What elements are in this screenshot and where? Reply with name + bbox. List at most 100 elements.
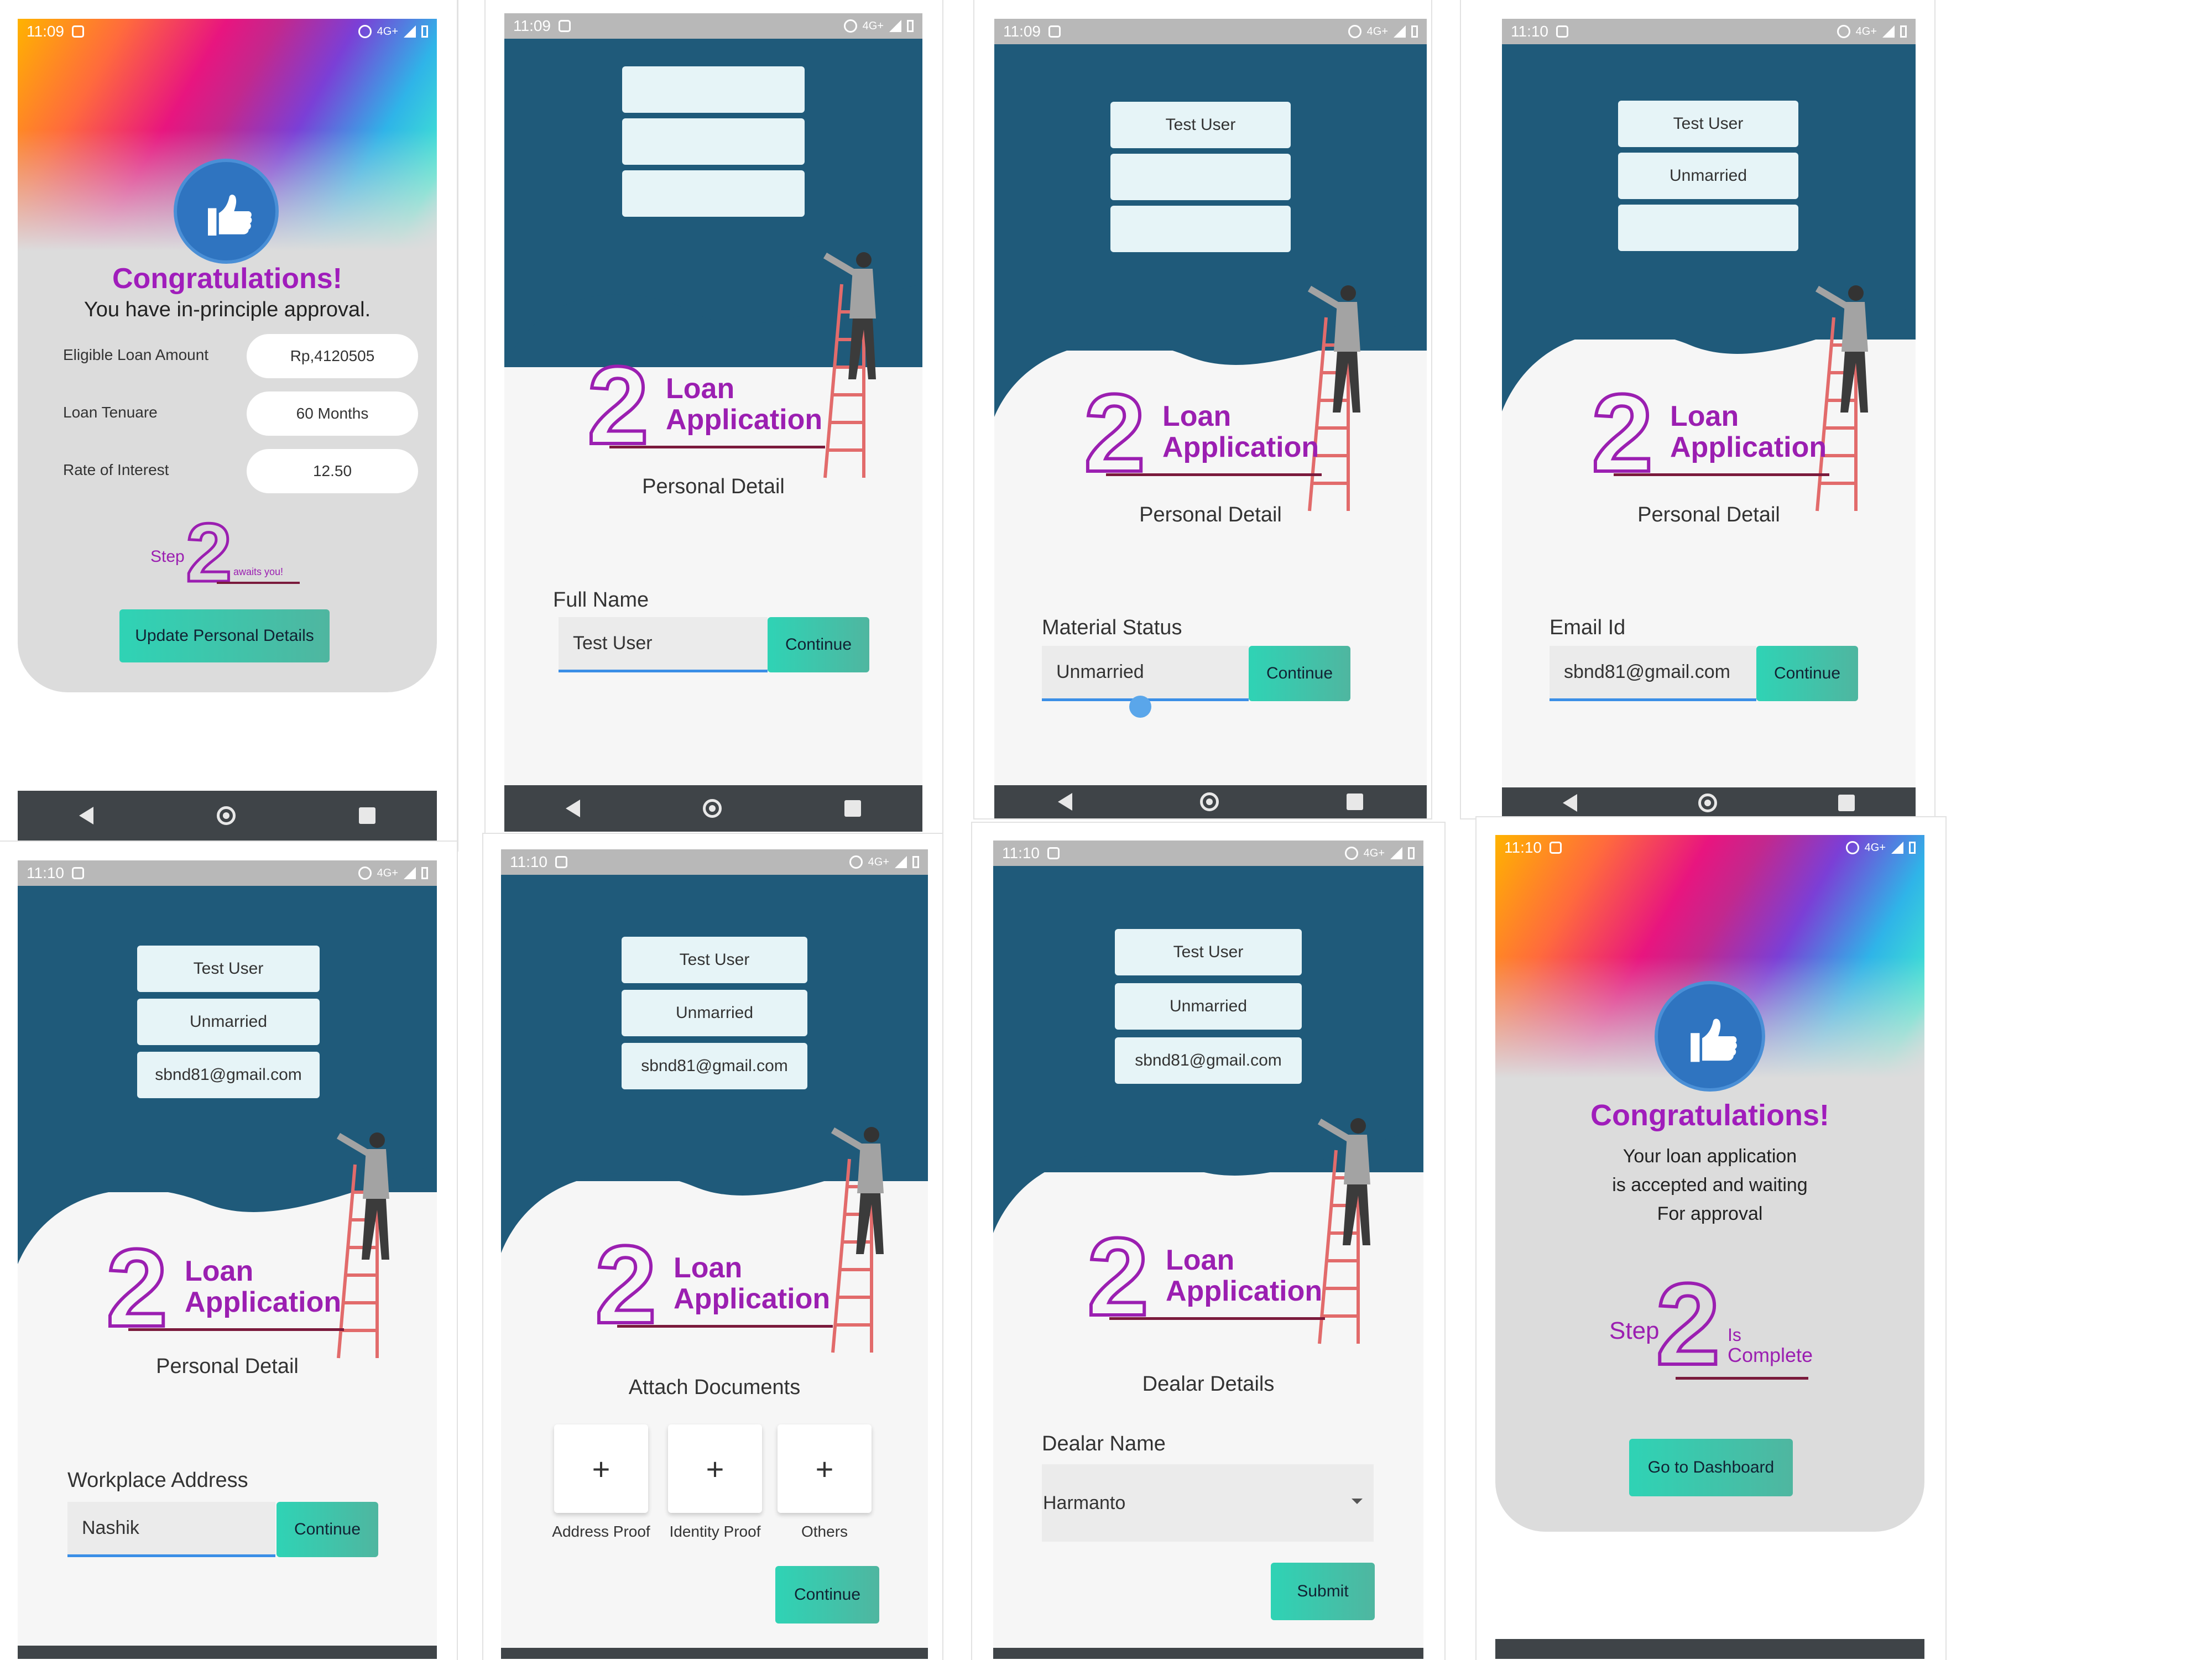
- screen-record-icon: [1048, 25, 1061, 38]
- plus-icon: +: [815, 1451, 834, 1486]
- summary-pill-3: [1110, 206, 1291, 252]
- status-bar: 11:10 4G+: [993, 841, 1423, 866]
- recents-icon[interactable]: [1346, 794, 1363, 810]
- logo-line1: Loan: [1670, 400, 1739, 432]
- summary-pill-1: [622, 66, 805, 113]
- hotspot-icon: [1344, 847, 1358, 860]
- back-icon[interactable]: [1058, 793, 1073, 811]
- screen-record-icon: [1550, 842, 1562, 854]
- status-bar: 11:10 4G+: [501, 849, 928, 875]
- summary-pill-3: [622, 170, 805, 217]
- signal-icon: [1882, 25, 1895, 38]
- battery-icon: [1411, 25, 1418, 38]
- summary-pill-2: [622, 118, 805, 165]
- logo-digit: 2: [105, 1226, 169, 1350]
- status-time: 11:10: [510, 853, 547, 870]
- plus-icon: +: [706, 1451, 724, 1486]
- doc-label-others: Others: [801, 1523, 848, 1540]
- workplace-address-input[interactable]: Nashik: [67, 1502, 275, 1557]
- continue-button[interactable]: Continue: [1756, 646, 1858, 701]
- material-status-input[interactable]: Unmarried: [1042, 646, 1249, 701]
- step-tail-2: Complete: [1728, 1344, 1813, 1366]
- status-bar: 11:09 4G+: [18, 19, 437, 44]
- home-icon[interactable]: [1199, 792, 1219, 811]
- nav-bar-7: [993, 1648, 1423, 1659]
- summary-pill-3: sbnd81@gmail.com: [1115, 1037, 1302, 1084]
- home-icon[interactable]: [216, 806, 236, 825]
- recents-icon[interactable]: [844, 800, 861, 817]
- network-label: 4G+: [1366, 25, 1388, 38]
- summary-pill-3: sbnd81@gmail.com: [622, 1043, 807, 1089]
- screen-material-status: 11:09 4G+ Test User 2 Loan Application P…: [994, 19, 1427, 818]
- recents-icon[interactable]: [1838, 795, 1855, 811]
- continue-button[interactable]: Continue: [276, 1502, 378, 1557]
- battery-icon: [912, 856, 919, 868]
- section-subtitle: Dealar Details: [1142, 1372, 1275, 1396]
- summary-pill-1: Test User: [1110, 102, 1291, 148]
- chevron-down-icon: [1352, 1499, 1363, 1504]
- congrats-title: Congratulations!: [1590, 1099, 1829, 1132]
- continue-button[interactable]: Continue: [775, 1566, 879, 1624]
- logo-line2: Application: [185, 1286, 342, 1318]
- complete-message-line1: Your loan application: [1623, 1146, 1797, 1167]
- battery-icon: [1909, 842, 1916, 854]
- step-complete-badge: Step 2 Is Complete: [1609, 1265, 1819, 1388]
- nav-bar-3: [994, 785, 1427, 818]
- loan-application-logo: 2 Loan Application: [593, 1228, 833, 1342]
- email-input[interactable]: sbnd81@gmail.com: [1550, 646, 1756, 701]
- logo-underline: [609, 446, 825, 448]
- hotspot-icon: [358, 25, 372, 38]
- status-time: 11:09: [27, 23, 64, 40]
- status-bar: 11:09 4G+: [994, 19, 1427, 44]
- submit-button[interactable]: Submit: [1271, 1563, 1375, 1620]
- dealar-name-select[interactable]: Harmanto: [1042, 1464, 1374, 1542]
- summary-pill-2: Unmarried: [622, 990, 807, 1036]
- screen-record-icon: [559, 20, 571, 32]
- recents-icon[interactable]: [358, 807, 375, 824]
- loan-application-logo: 2 Loan Application: [105, 1231, 344, 1345]
- summary-pill-2: [1110, 154, 1291, 200]
- battery-icon: [1900, 25, 1907, 38]
- screen-record-icon: [1047, 847, 1060, 859]
- home-icon[interactable]: [703, 799, 722, 818]
- loan-application-logo: 2 Loan Application: [1082, 377, 1322, 490]
- back-icon[interactable]: [1562, 794, 1577, 812]
- network-label: 4G+: [1855, 25, 1877, 38]
- back-icon[interactable]: [79, 807, 94, 824]
- dealar-name-value: Harmanto: [1043, 1492, 1126, 1513]
- summary-pill-3: [1618, 205, 1798, 251]
- status-time: 11:10: [1002, 844, 1040, 862]
- approval-message: You have in-principle approval.: [84, 298, 371, 321]
- status-bar: 11:10 4G+: [18, 860, 437, 886]
- continue-button[interactable]: Continue: [1249, 646, 1350, 701]
- logo-line2: Application: [666, 404, 823, 436]
- plus-icon: +: [592, 1451, 611, 1486]
- network-label: 4G+: [868, 855, 889, 868]
- upload-address-proof-button[interactable]: +: [554, 1424, 648, 1513]
- go-to-dashboard-button[interactable]: Go to Dashboard: [1629, 1439, 1793, 1496]
- network-label: 4G+: [1864, 841, 1886, 854]
- screen-attach-documents: 11:10 4G+ Test User Unmarried sbnd81@gma…: [501, 849, 928, 1659]
- screen-full-name: 11:09 4G+ 2 Loan Application Personal De…: [504, 13, 922, 832]
- row-value-amount: Rp,4120505: [247, 334, 418, 378]
- summary-pill-1: Test User: [1115, 929, 1302, 975]
- continue-button[interactable]: Continue: [768, 617, 869, 672]
- logo-digit: 2: [593, 1223, 658, 1346]
- doc-label-address: Address Proof: [552, 1523, 650, 1540]
- logo-digit: 2: [1086, 1215, 1150, 1339]
- upload-identity-proof-button[interactable]: +: [668, 1424, 762, 1513]
- full-name-input[interactable]: Test User: [559, 617, 768, 672]
- home-icon[interactable]: [1698, 794, 1717, 812]
- battery-icon: [421, 867, 428, 879]
- field-label: Workplace Address: [67, 1469, 248, 1492]
- section-subtitle: Personal Detail: [1139, 503, 1282, 526]
- logo-line1: Loan: [674, 1252, 743, 1284]
- update-personal-details-button[interactable]: Update Personal Details: [119, 609, 330, 662]
- back-icon[interactable]: [566, 800, 580, 817]
- hotspot-icon: [1348, 25, 1361, 38]
- text-cursor-handle[interactable]: [1129, 696, 1151, 718]
- section-subtitle: Personal Detail: [156, 1355, 299, 1378]
- upload-others-button[interactable]: +: [778, 1424, 872, 1513]
- screen-email: 11:10 4G+ Test User Unmarried 2 Loan App…: [1502, 19, 1916, 818]
- summary-pill-1: Test User: [1618, 101, 1798, 147]
